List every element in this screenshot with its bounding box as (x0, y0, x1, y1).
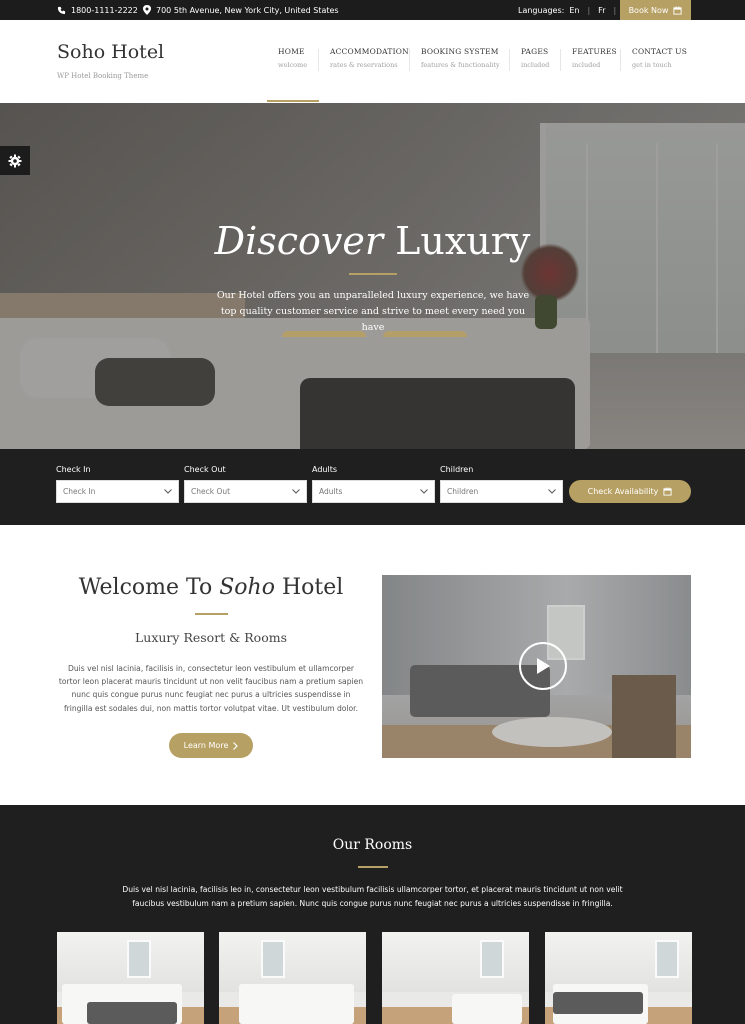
hero-button-right[interactable] (383, 331, 467, 337)
chevron-down-icon (420, 489, 428, 494)
room-card[interactable] (545, 932, 692, 1024)
hero-section: Discover Luxury Our Hotel offers you an … (0, 103, 745, 449)
gear-icon (8, 154, 22, 167)
welcome-title-pre: Welcome To (78, 575, 213, 600)
room-card[interactable] (382, 932, 529, 1024)
children-value: Children (447, 487, 479, 496)
book-now-label: Book Now (628, 5, 669, 15)
rooms-text: Duis vel nisl lacinia, facilisis leo in,… (122, 885, 623, 908)
hero-divider (349, 273, 397, 275)
nav-divider (620, 49, 621, 71)
nav-label: ACCOMMODATION (330, 47, 409, 56)
nav-divider (560, 49, 561, 71)
welcome-subtitle: Luxury Resort & Rooms (134, 630, 287, 645)
phone-number: 1800-1111-2222 (71, 5, 138, 15)
children-select[interactable]: Children (440, 480, 563, 503)
adults-value: Adults (319, 487, 343, 496)
hero-description: Our Hotel offers you an unparalleled lux… (216, 290, 530, 333)
check-out-select[interactable]: Check Out (184, 480, 307, 503)
chevron-down-icon (292, 489, 300, 494)
nav-active-indicator (267, 100, 319, 102)
welcome-title-emphasis: Soho (219, 575, 275, 600)
book-now-button[interactable]: Book Now (620, 0, 691, 20)
nav-divider (318, 49, 319, 71)
nav-item-home[interactable]: HOME welcome (278, 47, 307, 77)
adults-select[interactable]: Adults (312, 480, 435, 503)
welcome-title-post: Hotel (281, 575, 344, 600)
rooms-title: Our Rooms (332, 837, 413, 853)
room-card[interactable] (219, 932, 366, 1024)
calendar-icon (663, 487, 672, 496)
nav-sublabel: welcome (278, 61, 308, 69)
check-availability-label: Check Availability (587, 487, 659, 496)
welcome-title: Welcome To Soho Hotel (57, 575, 365, 600)
languages-label: Languages: (518, 5, 565, 15)
hero-title: Discover Luxury (0, 219, 745, 263)
nav-label: BOOKING SYSTEM (421, 47, 499, 56)
language-en[interactable]: En (569, 6, 579, 15)
chevron-right-icon (233, 741, 239, 750)
learn-more-label: Learn More (183, 741, 229, 750)
children-field: Children Children (440, 465, 563, 503)
map-pin-icon (143, 5, 151, 15)
check-in-label: Check In (56, 465, 91, 474)
rooms-divider (358, 866, 388, 868)
check-out-value: Check Out (191, 487, 231, 496)
check-out-label: Check Out (184, 465, 226, 474)
hero-title-emphasis: Discover (214, 219, 384, 263)
top-bar: 1800-1111-2222 700 5th Avenue, New York … (0, 0, 745, 20)
address-contact: 700 5th Avenue, New York City, United St… (143, 0, 339, 20)
calendar-icon (673, 5, 682, 15)
chevron-down-icon (548, 489, 556, 494)
check-in-field: Check In Check In (56, 465, 179, 503)
play-button[interactable] (519, 642, 567, 690)
hero-title-rest: Luxury (395, 219, 531, 263)
welcome-text: Duis vel nisl lacinia, facilisis in, con… (58, 664, 364, 713)
children-label: Children (440, 465, 474, 474)
adults-field: Adults Adults (312, 465, 435, 503)
hero-button-left[interactable] (282, 331, 366, 337)
address-text: 700 5th Avenue, New York City, United St… (156, 5, 339, 15)
nav-divider (509, 49, 510, 71)
nav-item-pages[interactable]: PAGES included (521, 47, 549, 77)
nav-item-features[interactable]: FEATURES included (572, 47, 617, 77)
play-icon (537, 658, 550, 674)
nav-item-accommodation[interactable]: ACCOMMODATION rates & reservations (330, 47, 409, 77)
nav-item-booking-system[interactable]: BOOKING SYSTEM features & functionality (421, 47, 500, 77)
nav-label: HOME (278, 47, 305, 56)
nav-sublabel: included (521, 61, 550, 69)
nav-sublabel: get in touch (632, 61, 672, 69)
nav-sublabel: included (572, 61, 601, 69)
nav-divider (409, 49, 410, 71)
site-header: Soho Hotel WP Hotel Booking Theme HOME w… (0, 20, 745, 103)
main-nav: HOME welcome ACCOMMODATION rates & reser… (0, 47, 745, 77)
phone-icon (57, 6, 66, 14)
check-availability-button[interactable]: Check Availability (569, 480, 691, 503)
nav-item-contact-us[interactable]: CONTACT US get in touch (632, 47, 687, 77)
welcome-divider (195, 613, 228, 615)
phone-contact[interactable]: 1800-1111-2222 (57, 0, 138, 20)
learn-more-button[interactable]: Learn More (169, 733, 253, 758)
chevron-down-icon (164, 489, 172, 494)
check-in-value: Check In (63, 487, 96, 496)
welcome-video[interactable] (382, 575, 691, 758)
settings-toggle[interactable] (0, 146, 30, 175)
nav-label: FEATURES (572, 47, 617, 56)
room-card[interactable] (57, 932, 204, 1024)
language-fr[interactable]: Fr (598, 6, 605, 15)
check-out-field: Check Out Check Out (184, 465, 307, 503)
check-in-select[interactable]: Check In (56, 480, 179, 503)
nav-sublabel: rates & reservations (330, 61, 398, 69)
nav-label: PAGES (521, 47, 549, 56)
booking-form: Check In Check In Check Out Check Out Ad… (0, 449, 745, 525)
nav-label: CONTACT US (632, 47, 688, 56)
nav-sublabel: features & functionality (421, 61, 500, 69)
adults-label: Adults (312, 465, 338, 474)
rooms-section: Our Rooms Duis vel nisl lacinia, facilis… (0, 805, 745, 1024)
